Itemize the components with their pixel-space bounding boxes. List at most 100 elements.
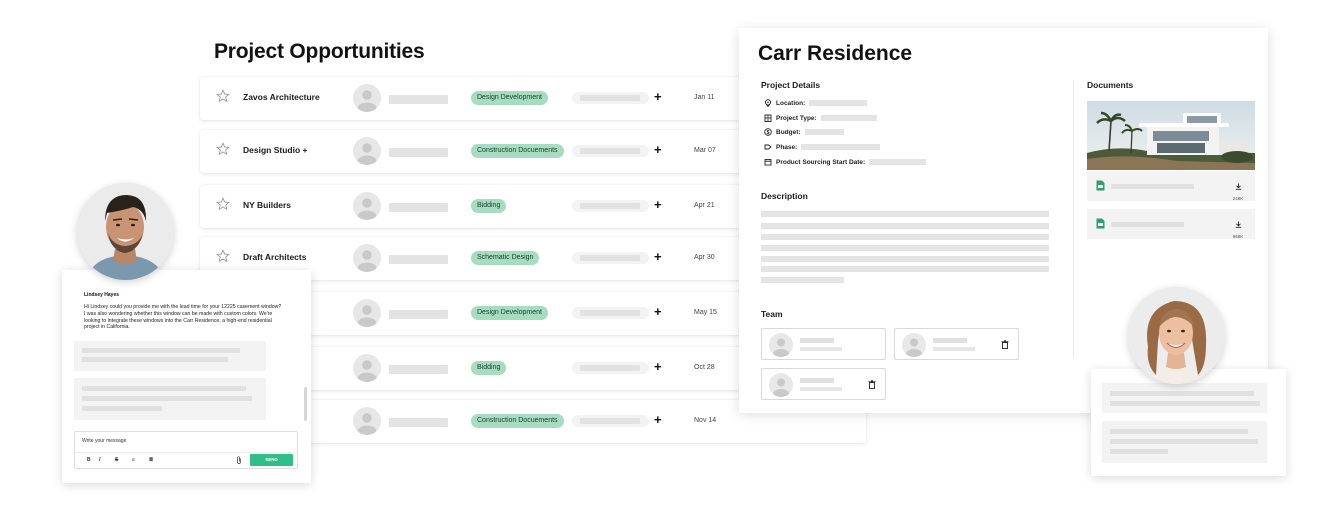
team-member-card[interactable] [761,368,886,400]
avatar [353,137,381,165]
detail-budget: $ Budget: [764,127,844,137]
contact-name-placeholder [389,365,448,374]
add-button[interactable]: + [654,413,662,427]
download-icon [1235,221,1241,228]
add-button[interactable]: + [654,143,662,157]
svg-text:$: $ [767,130,770,136]
text-placeholder [1110,401,1260,406]
italic-button[interactable]: I [99,457,100,463]
opportunities-title: Project Opportunities [214,40,425,63]
member-role-placeholder [933,347,975,351]
stage-tag: Construction Docuements [471,414,564,428]
add-button[interactable]: + [654,305,662,319]
detail-value-placeholder [804,129,844,135]
product-placeholder [572,145,649,157]
description-line [761,256,1049,262]
bold-button[interactable]: B [87,457,91,463]
add-button[interactable]: + [654,198,662,212]
detail-label: Product Sourcing Start Date: [776,158,866,166]
star-icon[interactable] [216,89,230,103]
download-button[interactable]: 248K [1231,177,1245,201]
avatar [353,84,381,112]
avatar [353,407,381,435]
detail-value-placeholder [801,144,881,150]
chat-sender-name: Lindsey Hayes [84,292,120,298]
add-button[interactable]: + [654,360,662,374]
download-button[interactable]: 968K [1231,215,1245,239]
contact-name-placeholder [389,255,448,264]
detail-label: Project Type: [776,114,817,122]
text-placeholder [82,396,252,401]
detail-project-type: Project Type: [764,113,877,123]
team-heading: Team [761,309,783,319]
avatar [902,333,926,357]
company-name[interactable]: Zavos Architecture [243,92,320,102]
avatar [769,333,793,357]
row-date: Apr 30 [694,254,715,261]
company-name[interactable]: NY Builders [243,200,291,210]
text-placeholder [1110,449,1168,454]
product-placeholder [572,415,649,427]
description-line [761,245,1049,251]
paperclip-icon[interactable] [236,456,242,464]
chat-scrollbar[interactable] [304,387,307,421]
row-date: May 15 [694,309,717,316]
comment-card [1091,369,1286,476]
text-placeholder [1110,391,1254,396]
location-pin-icon [764,99,772,107]
message-input[interactable]: Write your message [82,438,126,444]
message-composer[interactable]: Write your message B I S ≡ ≣ SEND [74,431,298,469]
ordered-list-button[interactable]: ≡ [132,457,135,463]
house-photo[interactable] [1087,101,1255,170]
documents-heading: Documents [1087,80,1134,90]
team-member-card[interactable] [761,328,886,360]
member-role-placeholder [800,387,842,391]
comment-bubble [1102,421,1267,463]
trash-icon[interactable] [868,380,876,389]
contact-name-placeholder [389,95,448,104]
text-placeholder [82,406,162,411]
document-item[interactable]: 248K [1087,171,1255,201]
star-icon[interactable] [216,249,230,263]
star-icon[interactable] [216,142,230,156]
detail-phase: Phase: [764,142,881,152]
avatar [353,299,381,327]
product-placeholder [572,200,649,212]
trash-icon[interactable] [1001,340,1009,349]
description-line [761,234,1049,240]
file-size: 968K [1232,234,1244,239]
bullet-list-button[interactable]: ≣ [149,457,153,463]
avatar [769,373,793,397]
description-line [761,211,1049,217]
product-placeholder [572,362,649,374]
member-role-placeholder [800,347,842,351]
add-button[interactable]: + [654,250,662,264]
company-name[interactable]: Design Studio + [243,145,307,155]
description-line [761,277,844,283]
company-name[interactable]: Draft Architects [243,252,306,262]
detail-value-placeholder [809,100,868,106]
message-bubble [74,378,266,420]
text-placeholder [82,348,240,353]
detail-location: Location: [764,98,868,108]
star-icon[interactable] [216,197,230,211]
stage-tag: Bidding [471,199,507,213]
text-placeholder [1110,439,1258,444]
avatar [353,354,381,382]
send-button[interactable]: SEND [250,454,293,466]
text-placeholder [82,386,246,391]
description-heading: Description [761,191,808,201]
stage-tag: Schematic Design [471,251,540,265]
document-item[interactable]: 968K [1087,209,1255,239]
dollar-icon: $ [764,128,772,136]
detail-sourcing-date: Product Sourcing Start Date: [764,157,927,167]
detail-label: Budget: [776,128,801,136]
member-name-placeholder [933,338,967,343]
strikethrough-button[interactable]: S [115,457,118,463]
contact-name-placeholder [389,310,448,319]
avatar [353,192,381,220]
detail-value-placeholder [820,115,877,121]
team-member-card[interactable] [894,328,1019,360]
add-button[interactable]: + [654,90,662,104]
detail-label: Phase: [776,143,798,151]
